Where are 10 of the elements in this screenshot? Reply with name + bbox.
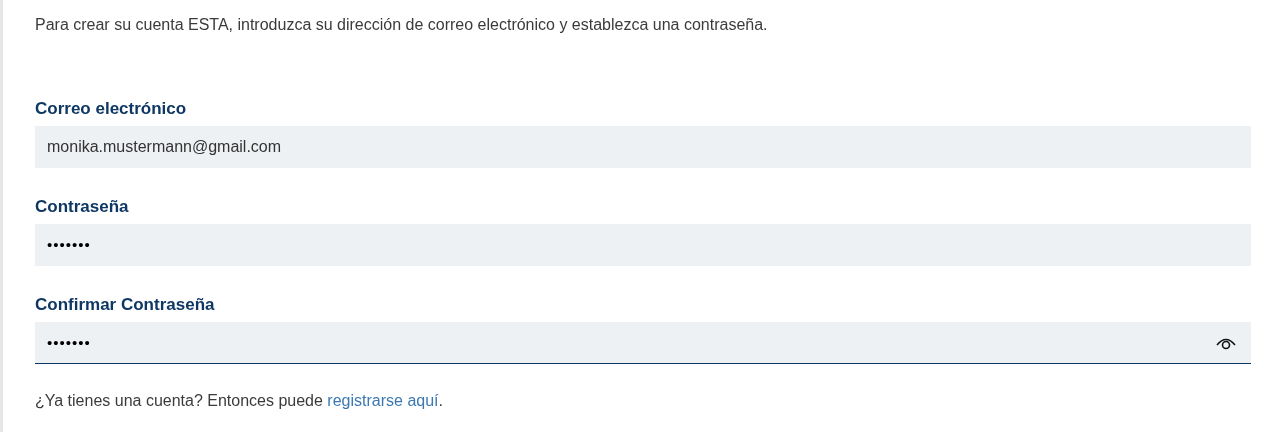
email-field[interactable]: monika.mustermann@gmail.com bbox=[35, 126, 1251, 168]
field-label: Correo electrónico bbox=[35, 98, 188, 120]
password-field[interactable]: ••••••• bbox=[35, 322, 1251, 364]
login-prompt-text: ¿Ya tienes una cuenta? Entonces puede registrarse aquí. bbox=[35, 391, 444, 411]
field-label: Confirmar Contraseña bbox=[35, 294, 216, 316]
password-field[interactable]: ••••••• bbox=[35, 224, 1251, 266]
field-label: Contraseña bbox=[35, 196, 130, 218]
intro-text: Para crear su cuenta ESTA, introduzca su dirección de correo electrónico y establezca una contraseña. bbox=[35, 15, 769, 35]
eye-icon[interactable] bbox=[1215, 336, 1237, 350]
register-link[interactable]: registrarse aquí bbox=[327, 392, 439, 409]
